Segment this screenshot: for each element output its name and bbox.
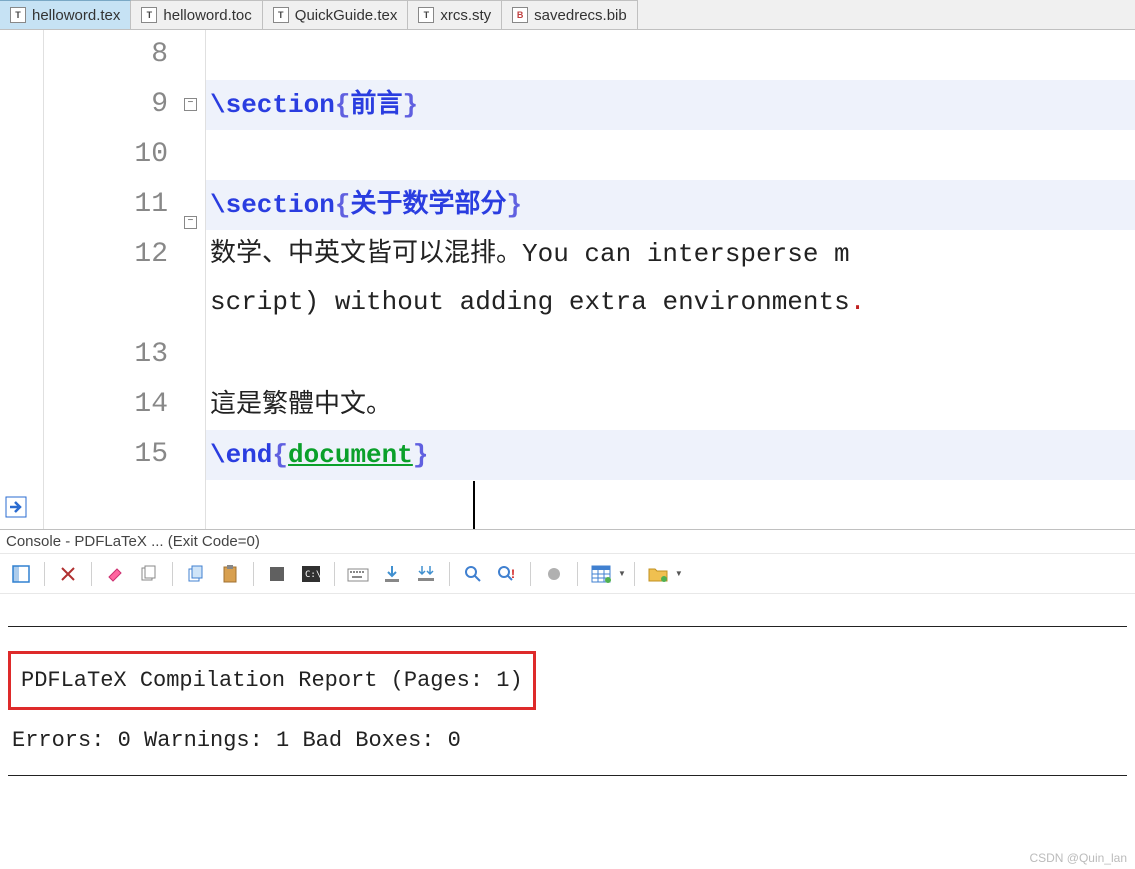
tab-xrcs-sty[interactable]: Txrcs.sty — [408, 0, 502, 29]
chevron-down-icon[interactable]: ▼ — [675, 569, 683, 578]
tab-QuickGuide-tex[interactable]: T QuickGuide.tex — [263, 0, 409, 29]
search-button[interactable] — [458, 559, 488, 589]
line-number: 8 — [44, 30, 168, 80]
code-line[interactable]: 這是繁體中文。 — [206, 380, 1135, 430]
tab-label: savedrecs.bib — [534, 7, 627, 24]
close-button[interactable] — [53, 559, 83, 589]
toolbar-separator — [530, 562, 531, 586]
toolbar-separator — [172, 562, 173, 586]
toggle-panel-button[interactable] — [6, 559, 36, 589]
tex-file-icon: T — [418, 7, 434, 23]
console-output[interactable]: PDFLaTeX Compilation Report (Pages: 1) E… — [0, 594, 1135, 808]
tab-helloword-tex[interactable]: Thelloword.tex — [0, 0, 131, 29]
line-number: 10 — [44, 130, 168, 180]
fold-gutter[interactable]: −− — [176, 30, 206, 529]
terminal-button[interactable]: C:\ — [296, 559, 326, 589]
compilation-report-title: PDFLaTeX Compilation Report (Pages: 1) — [21, 668, 523, 693]
console-toolbar: C:\ ! ▼ ▼ — [0, 554, 1135, 594]
download-all-button[interactable] — [411, 559, 441, 589]
code-area[interactable]: \section{前言} \section{关于数学部分}数学、中英文皆可以混排。… — [206, 30, 1135, 529]
bib-file-icon: B — [512, 7, 528, 23]
line-number: 13 — [44, 330, 168, 380]
line-number: 9 — [44, 80, 168, 130]
tab-bar: Thelloword.texThelloword.tocTQuickGuide.… — [0, 0, 1135, 30]
tab-label: helloword.toc — [163, 7, 251, 24]
code-line[interactable]: 数学、中英文皆可以混排。You can intersperse mscript)… — [206, 230, 1135, 330]
editor-area[interactable]: 89101112131415 −− \section{前言}\section{关… — [0, 30, 1135, 530]
code-line[interactable] — [206, 30, 1135, 80]
stop-button[interactable] — [262, 559, 292, 589]
tab-label: QuickGuide.tex — [295, 7, 398, 24]
watermark: CSDN @Quin_lan — [1029, 851, 1127, 865]
fold-toggle-icon[interactable]: − — [184, 216, 197, 229]
search-alert-button[interactable]: ! — [492, 559, 522, 589]
line-number: 12 — [44, 230, 168, 330]
console-header: Console - PDFLaTeX ... (Exit Code=0) — [0, 530, 1135, 554]
line-number: 11 — [44, 180, 168, 230]
tab-label: xrcs.sty — [440, 7, 491, 24]
line-number-gutter: 89101112131415 — [44, 30, 176, 529]
code-line[interactable] — [206, 130, 1135, 180]
toolbar-separator — [253, 562, 254, 586]
separator-line — [8, 775, 1127, 776]
tex-file-icon: T — [141, 7, 157, 23]
toolbar-separator — [91, 562, 92, 586]
eraser-button[interactable] — [100, 559, 130, 589]
line-number: 15 — [44, 430, 168, 480]
compilation-stats: Errors: 0 Warnings: 1 Bad Boxes: 0 — [12, 728, 1127, 753]
code-line[interactable] — [206, 330, 1135, 380]
toolbar-separator — [634, 562, 635, 586]
toolbar-separator — [577, 562, 578, 586]
separator-line — [8, 626, 1127, 627]
code-line[interactable]: \end{document} — [206, 430, 1135, 480]
paste-button[interactable] — [215, 559, 245, 589]
compilation-report-highlight: PDFLaTeX Compilation Report (Pages: 1) — [8, 651, 536, 710]
tex-file-icon: T — [10, 7, 26, 23]
download-button[interactable] — [377, 559, 407, 589]
toolbar-separator — [44, 562, 45, 586]
tab-helloword-toc[interactable]: Thelloword.toc — [131, 0, 262, 29]
editor-left-margin — [0, 30, 44, 529]
tab-savedrecs-bib[interactable]: Bsavedrecs.bib — [502, 0, 638, 29]
code-line[interactable]: \section{前言} — [206, 80, 1135, 130]
svg-text:!: ! — [511, 567, 515, 581]
keyboard-button[interactable] — [343, 559, 373, 589]
copy-button[interactable] — [181, 559, 211, 589]
record-button[interactable] — [539, 559, 569, 589]
svg-text:C:\: C:\ — [305, 570, 321, 580]
table-button[interactable] — [586, 559, 616, 589]
line-number: 14 — [44, 380, 168, 430]
tab-label: helloword.tex — [32, 7, 120, 24]
chevron-down-icon[interactable]: ▼ — [618, 569, 626, 578]
folder-button[interactable] — [643, 559, 673, 589]
code-line[interactable]: \section{关于数学部分} — [206, 180, 1135, 230]
toolbar-separator — [334, 562, 335, 586]
tex-file-icon: T — [273, 7, 289, 23]
toolbar-separator — [449, 562, 450, 586]
fold-toggle-icon[interactable]: − — [184, 98, 197, 111]
pages-button[interactable] — [134, 559, 164, 589]
text-cursor — [473, 481, 475, 529]
current-line-arrow-icon — [4, 495, 28, 519]
